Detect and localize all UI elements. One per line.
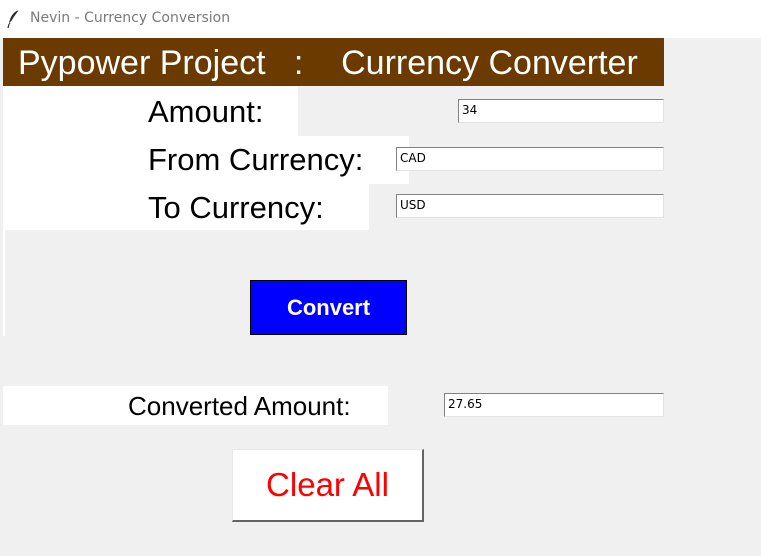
from-currency-label: From Currency:	[148, 142, 364, 177]
window-title: Nevin - Currency Conversion	[30, 10, 231, 26]
amount-input[interactable]: 34	[458, 99, 664, 123]
to-currency-label: To Currency:	[148, 190, 324, 225]
from-currency-input[interactable]: CAD	[396, 147, 664, 171]
header-title: Pypower Project : Currency Converter	[18, 44, 638, 82]
converted-amount-label: Converted Amount:	[128, 391, 351, 421]
to-currency-input[interactable]: USD	[396, 194, 664, 218]
feather-icon	[7, 9, 21, 29]
converted-amount-field[interactable]: 27.65	[444, 393, 664, 417]
amount-label: Amount:	[148, 94, 264, 129]
convert-button[interactable]: Convert	[250, 280, 407, 335]
clear-all-button[interactable]: Clear All	[232, 449, 424, 522]
left-edge-strip	[3, 230, 5, 336]
